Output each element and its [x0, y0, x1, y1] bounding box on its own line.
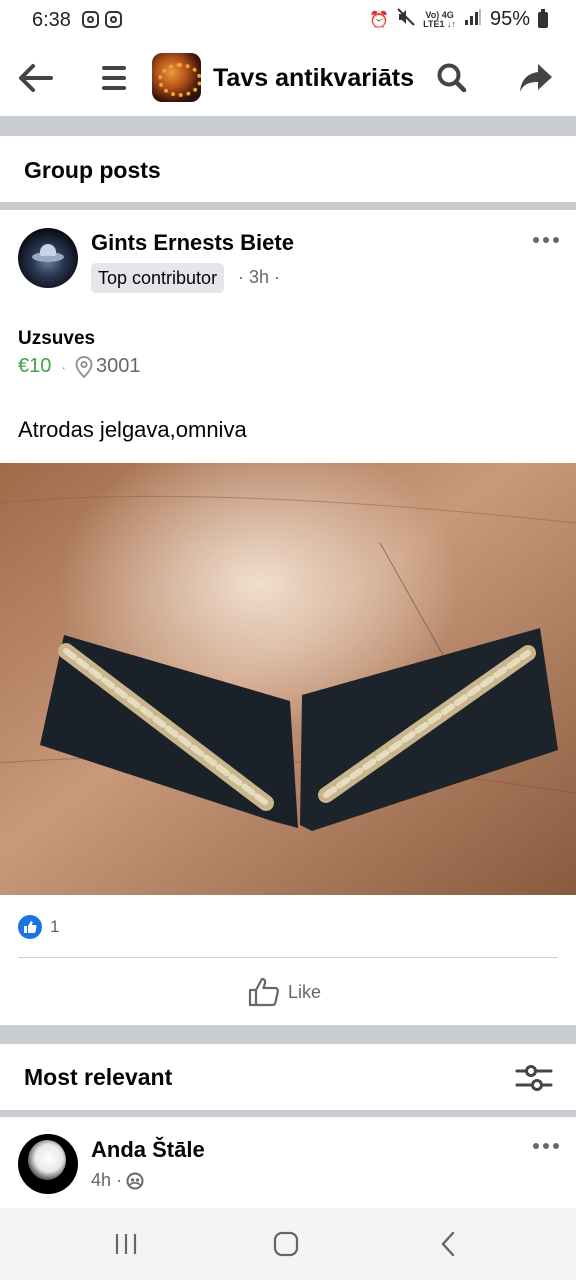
more-dots-icon	[533, 237, 539, 243]
alarm-icon: ⏰	[369, 11, 390, 29]
filter-button[interactable]	[514, 1062, 554, 1094]
post-body-text: Atrodas jelgava,omniva	[18, 417, 247, 442]
signal-icon	[464, 8, 482, 31]
comment-more-button[interactable]	[530, 1136, 562, 1156]
status-time: 6:38	[32, 9, 71, 31]
notification-icons	[82, 11, 122, 28]
battery-percent: 95%	[489, 8, 530, 30]
home-button[interactable]	[266, 1226, 306, 1262]
listing-location[interactable]: 3001	[74, 355, 141, 378]
search-icon	[437, 63, 467, 93]
comments-sort-heading[interactable]: Most relevant	[24, 1064, 172, 1091]
commenter-avatar[interactable]	[18, 1134, 78, 1194]
instagram-icon	[105, 11, 122, 28]
section-divider	[0, 116, 576, 136]
network-line-2: LTE1 ↓↑	[423, 18, 456, 29]
network-indicator: Vo) 4G LTE1 ↓↑	[423, 10, 456, 29]
author-name[interactable]: Gints Ernests Biete	[91, 230, 294, 256]
post-divider	[18, 957, 558, 958]
back-arrow-icon	[19, 64, 53, 92]
group-privacy-icon	[126, 1172, 144, 1189]
group-title[interactable]: Tavs antikvariāts	[213, 64, 414, 93]
post-more-button[interactable]	[530, 230, 562, 250]
status-bar: 6:38 ⏰ Vo) 4G LTE1 ↓↑ 95%	[0, 0, 576, 40]
group-avatar[interactable]	[152, 53, 201, 102]
mute-icon	[397, 8, 415, 31]
section-divider	[0, 1110, 576, 1117]
recent-apps-button[interactable]	[106, 1226, 146, 1262]
reaction-summary[interactable]: 1	[18, 915, 59, 939]
recent-apps-icon	[115, 1234, 137, 1254]
system-nav-bar	[0, 1208, 576, 1280]
share-icon	[520, 64, 552, 92]
comment-meta: 4h ·	[91, 1170, 144, 1191]
commenter-name[interactable]: Anda Štāle	[91, 1137, 205, 1163]
location-pin-icon	[75, 355, 93, 378]
like-button[interactable]: Like	[248, 975, 321, 1009]
post-card: Gints Ernests Biete Top contributor · 3h…	[0, 210, 576, 1025]
menu-button[interactable]	[94, 58, 134, 98]
like-label: Like	[288, 981, 322, 1002]
instagram-icon	[82, 11, 99, 28]
back-button[interactable]	[16, 58, 56, 98]
section-divider	[0, 1025, 576, 1044]
search-button[interactable]	[432, 58, 472, 98]
more-dots-icon	[533, 1143, 539, 1149]
like-reaction-icon	[18, 915, 42, 939]
filter-sliders-icon	[515, 1065, 553, 1091]
post-photo[interactable]	[0, 463, 576, 895]
listing-price-row: €10 · 3001	[18, 355, 141, 378]
share-button[interactable]	[514, 58, 558, 98]
comments-header: Most relevant	[0, 1044, 576, 1110]
top-contributor-badge[interactable]: Top contributor	[91, 263, 225, 293]
group-posts-header: Group posts	[0, 136, 576, 202]
section-divider	[0, 202, 576, 210]
group-posts-heading: Group posts	[24, 157, 161, 183]
location-text: 3001	[96, 355, 141, 377]
reaction-count: 1	[50, 917, 60, 936]
home-icon	[273, 1231, 299, 1257]
listing-price: €10	[18, 355, 52, 377]
back-nav-button[interactable]	[428, 1226, 468, 1262]
thumbs-up-icon	[248, 977, 279, 1007]
chevron-left-icon	[441, 1231, 455, 1257]
app-bar: Tavs antikvariāts	[0, 40, 576, 116]
menu-icon	[102, 66, 126, 70]
post-timestamp[interactable]: · 3h ·	[238, 267, 280, 288]
status-right: ⏰ Vo) 4G LTE1 ↓↑ 95%	[369, 8, 548, 31]
listing-title: Uzsuves	[18, 328, 96, 349]
author-avatar[interactable]	[18, 228, 78, 288]
separator-dot: ·	[61, 358, 67, 375]
battery-icon	[538, 8, 548, 28]
collar-tabs-photo	[0, 463, 576, 895]
comment-time: 4h ·	[91, 1170, 123, 1190]
